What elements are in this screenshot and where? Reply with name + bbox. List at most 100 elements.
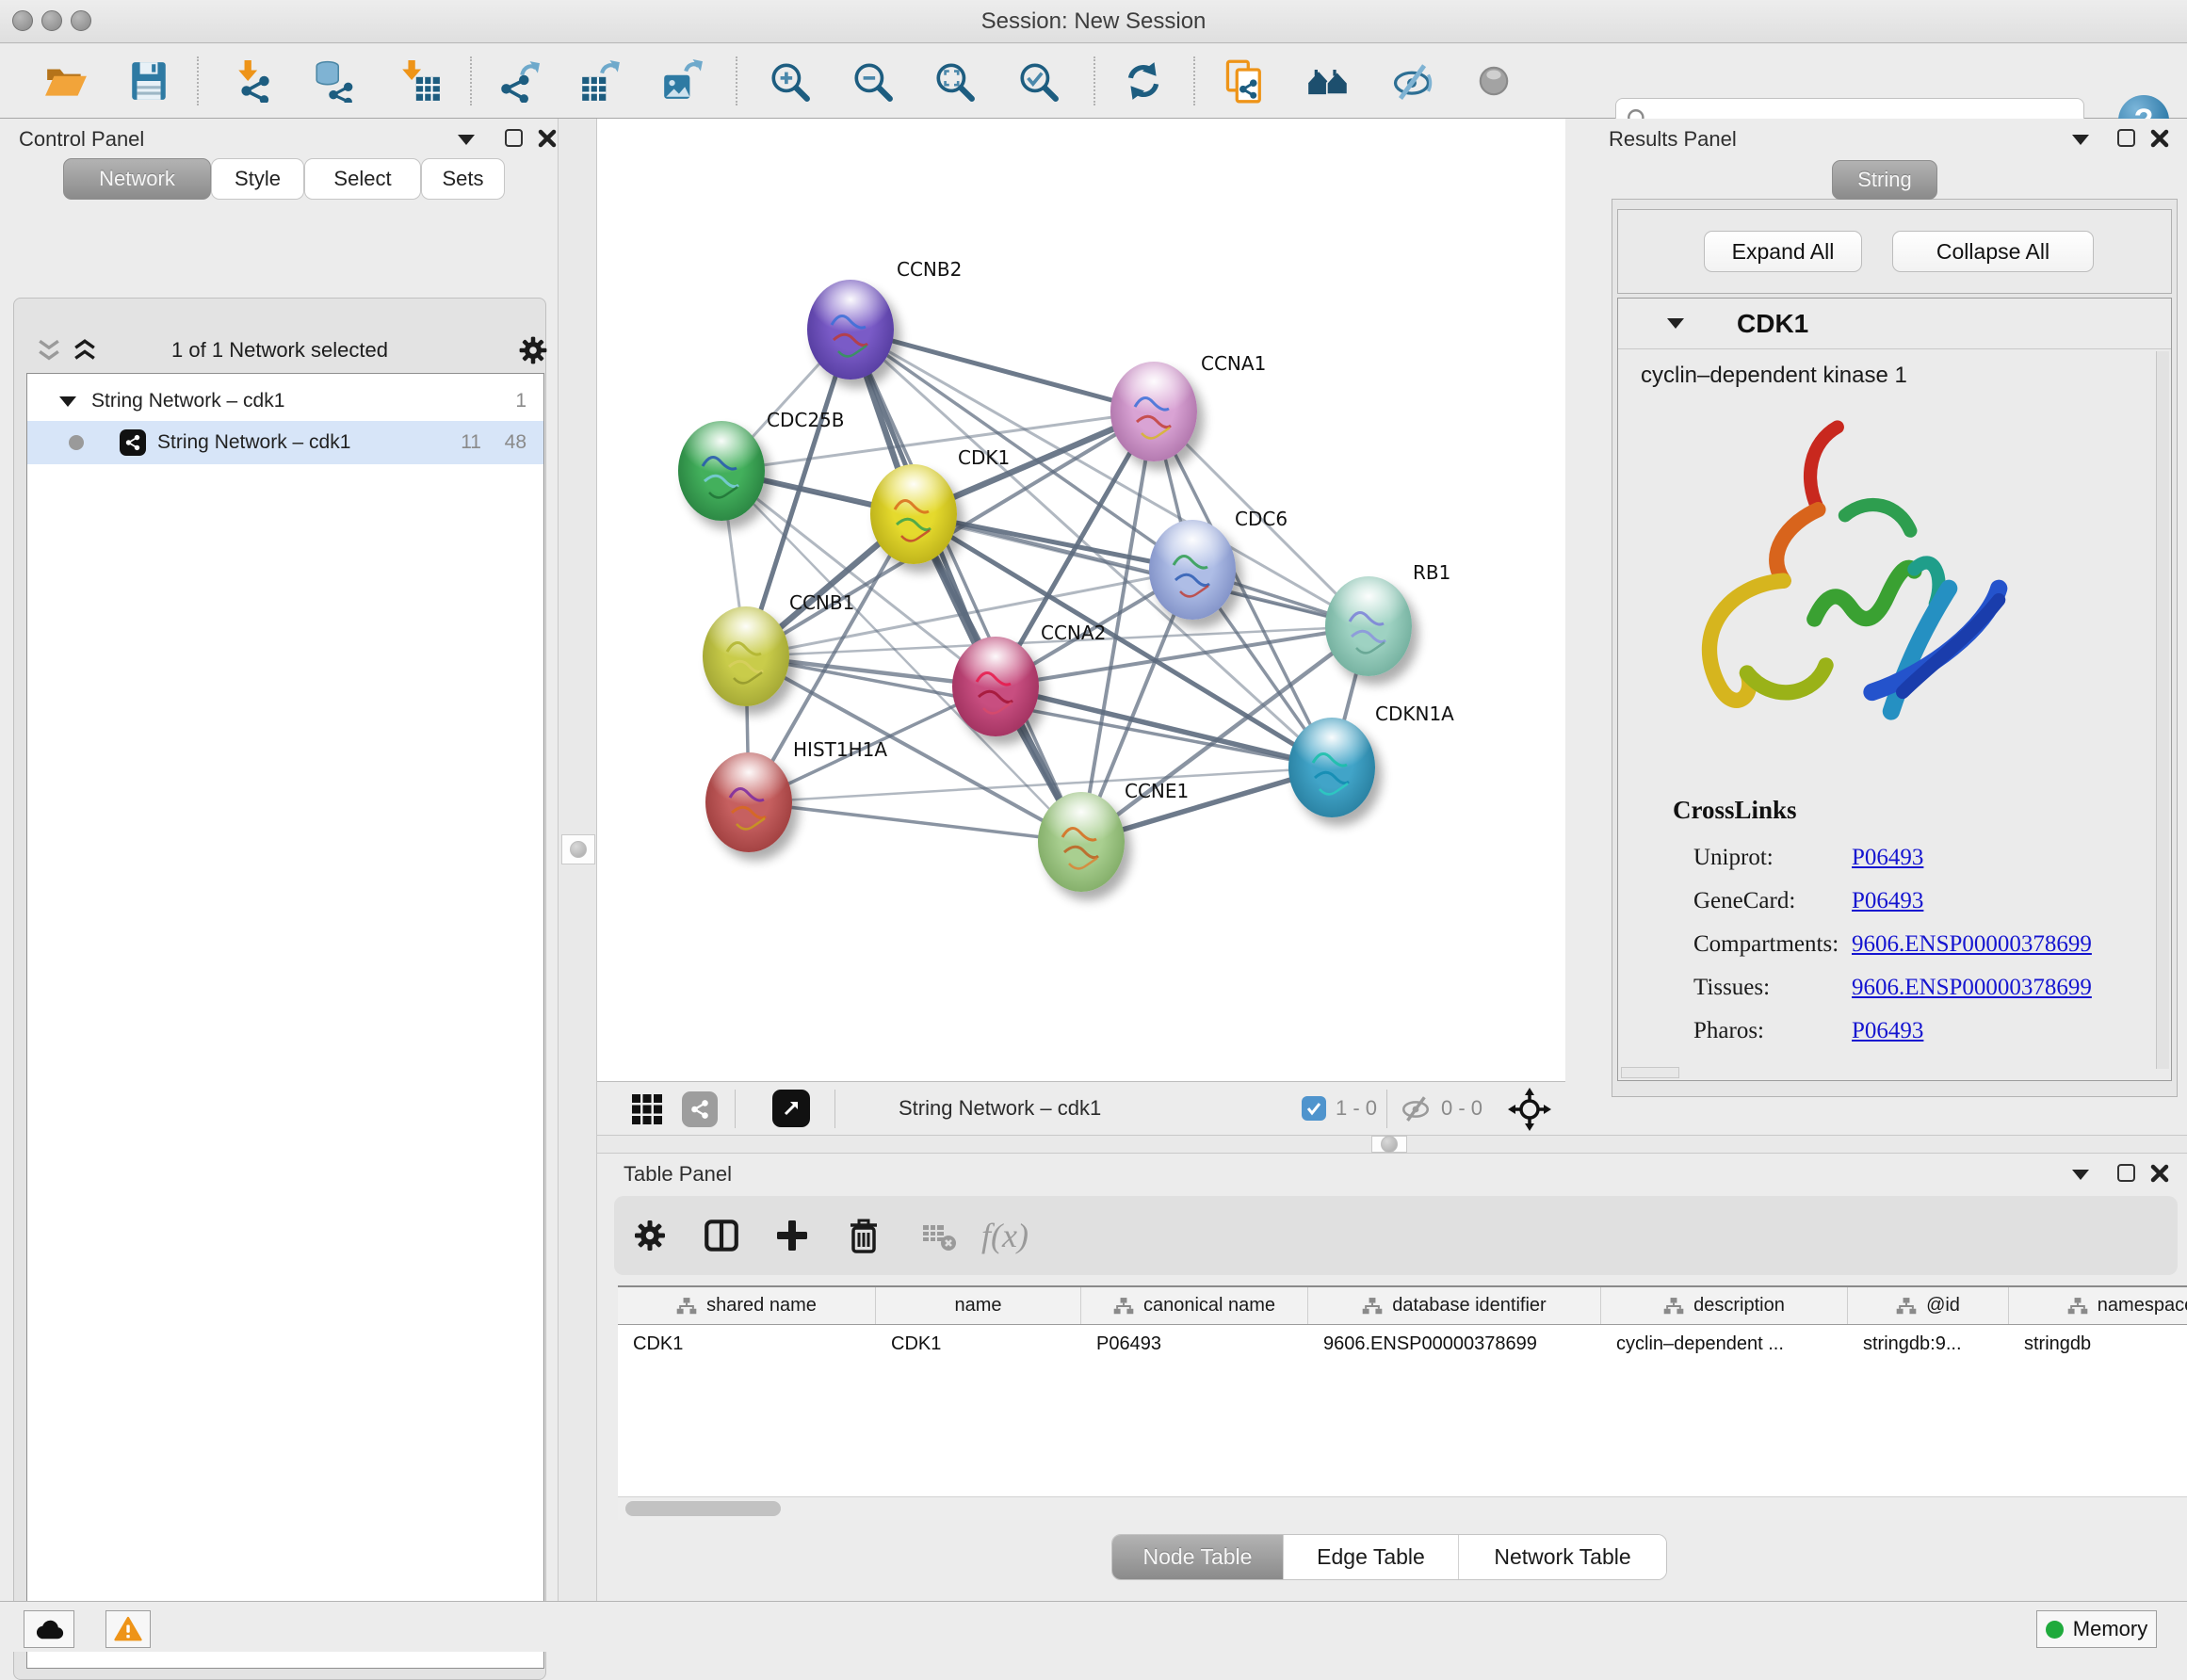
crosslink-value[interactable]: P06493 <box>1852 1018 1923 1044</box>
zoom-selected-icon[interactable] <box>1012 55 1064 107</box>
control-panel-menu-icon[interactable] <box>458 135 475 145</box>
column-header[interactable]: shared name <box>618 1287 876 1324</box>
table-panel-float-icon[interactable] <box>2117 1164 2135 1182</box>
clone-network-icon[interactable] <box>1219 55 1272 107</box>
zoom-out-icon[interactable] <box>846 55 899 107</box>
export-network-icon[interactable] <box>492 55 544 107</box>
network-canvas[interactable]: CCNB2 CCNA1 CDC25B CDK1 CDC6 RB1 CCNB1 C… <box>597 119 1565 1081</box>
table-cell[interactable]: stringdb <box>2009 1325 2187 1364</box>
network-node-label: CDKN1A <box>1375 703 1454 725</box>
column-header[interactable]: database identifier <box>1308 1287 1601 1324</box>
refresh-icon[interactable] <box>1117 55 1170 107</box>
tab-select[interactable]: Select <box>304 158 421 200</box>
network-edge[interactable] <box>749 802 1081 842</box>
open-session-icon[interactable] <box>40 55 92 107</box>
warning-button[interactable] <box>105 1610 151 1648</box>
tab-string[interactable]: String <box>1832 160 1937 200</box>
horizontal-splitter[interactable] <box>597 1135 2187 1154</box>
delete-table-icon[interactable] <box>913 1209 965 1262</box>
results-panel-close-icon[interactable] <box>2149 128 2170 149</box>
tab-network[interactable]: Network <box>63 158 211 200</box>
table-row[interactable]: CDK1CDK1P064939606.ENSP00000378699cyclin… <box>618 1325 2187 1364</box>
table-cell[interactable]: CDK1 <box>618 1325 876 1364</box>
export-image-icon[interactable] <box>656 55 708 107</box>
column-header[interactable]: description <box>1601 1287 1848 1324</box>
protein-thumbnail-icon <box>952 637 1039 736</box>
hide-selected-icon[interactable] <box>1385 55 1438 107</box>
network-node-ccnb1[interactable] <box>703 606 789 706</box>
import-network-icon[interactable] <box>228 55 281 107</box>
import-table-icon[interactable] <box>394 55 446 107</box>
network-node-cdc6[interactable] <box>1149 520 1236 620</box>
delete-column-icon[interactable] <box>837 1209 890 1262</box>
tab-edge-table[interactable]: Edge Table <box>1284 1535 1459 1579</box>
table-scrollbar-thumb[interactable] <box>625 1501 781 1516</box>
table-cell[interactable]: CDK1 <box>876 1325 1081 1364</box>
tree-expand-caret-icon[interactable] <box>59 396 76 407</box>
network-node-ccna2[interactable] <box>952 637 1039 736</box>
grid-view-icon[interactable] <box>631 1093 663 1125</box>
cloud-button[interactable] <box>24 1610 74 1648</box>
column-header[interactable]: name <box>876 1287 1081 1324</box>
tab-sets[interactable]: Sets <box>421 158 505 200</box>
network-node-cdc25b[interactable] <box>678 421 765 521</box>
gear-icon[interactable] <box>516 333 550 367</box>
gene-card-caret-icon[interactable] <box>1667 318 1684 329</box>
column-header[interactable]: canonical name <box>1081 1287 1308 1324</box>
table-cell[interactable]: P06493 <box>1081 1325 1308 1364</box>
control-panel-close-icon[interactable] <box>537 128 558 149</box>
table-cell[interactable]: 9606.ENSP00000378699 <box>1308 1325 1601 1364</box>
show-columns-icon[interactable] <box>695 1209 748 1262</box>
tab-node-table[interactable]: Node Table <box>1112 1535 1284 1579</box>
left-splitter[interactable] <box>558 119 597 1601</box>
tab-network-table[interactable]: Network Table <box>1459 1535 1666 1579</box>
table-horizontal-scrollbar[interactable] <box>618 1496 2187 1520</box>
results-panel-menu-icon[interactable] <box>2072 135 2089 145</box>
network-edge[interactable] <box>850 330 1081 842</box>
card-vertical-scrollbar[interactable] <box>2156 351 2169 1069</box>
selected-nodes-checkbox[interactable] <box>1302 1096 1326 1121</box>
zoom-fit-icon[interactable] <box>928 55 980 107</box>
crosslink-value[interactable]: P06493 <box>1852 888 1923 914</box>
show-all-icon[interactable] <box>1467 55 1520 107</box>
export-table-icon[interactable] <box>574 55 626 107</box>
table-cell[interactable]: stringdb:9... <box>1848 1325 2009 1364</box>
gene-card-header[interactable]: CDK1 <box>1618 299 2171 349</box>
detach-view-icon[interactable] <box>772 1090 810 1127</box>
crosslink-value[interactable]: 9606.ENSP00000378699 <box>1852 975 2092 1001</box>
card-horizontal-scrollbar[interactable] <box>1621 1067 1679 1078</box>
crosslink-value[interactable]: P06493 <box>1852 845 1923 871</box>
expand-all-button[interactable]: Expand All <box>1704 231 1862 272</box>
horizontal-splitter-handle[interactable] <box>1371 1136 1407 1153</box>
table-panel-close-icon[interactable] <box>2149 1163 2170 1184</box>
table-cell[interactable]: cyclin–dependent ... <box>1601 1325 1848 1364</box>
tree-row-network[interactable]: String Network – cdk1 11 48 <box>27 421 543 464</box>
import-database-icon[interactable] <box>307 55 360 107</box>
column-header[interactable]: @id <box>1848 1287 2009 1324</box>
collapse-all-button[interactable]: Collapse All <box>1892 231 2094 272</box>
tab-style[interactable]: Style <box>211 158 304 200</box>
table-gear-icon[interactable] <box>624 1209 676 1262</box>
left-splitter-handle[interactable] <box>561 834 595 864</box>
table-panel-menu-icon[interactable] <box>2072 1170 2089 1180</box>
column-header[interactable]: namespace <box>2009 1287 2187 1324</box>
network-node-rb1[interactable] <box>1325 576 1412 676</box>
crosslink-value[interactable]: 9606.ENSP00000378699 <box>1852 931 2092 958</box>
network-node-hist1h1a[interactable] <box>705 752 792 852</box>
network-node-cdkn1a[interactable] <box>1288 718 1375 817</box>
string-home-icon[interactable] <box>1303 55 1355 107</box>
network-node-ccne1[interactable] <box>1038 792 1125 892</box>
network-node-ccna1[interactable] <box>1110 362 1197 461</box>
zoom-in-icon[interactable] <box>763 55 816 107</box>
titlebar: Session: New Session <box>0 0 2187 43</box>
results-panel-float-icon[interactable] <box>2117 129 2135 147</box>
string-view-icon[interactable] <box>682 1091 718 1127</box>
memory-button[interactable]: Memory <box>2036 1610 2157 1648</box>
control-panel-float-icon[interactable] <box>505 129 523 147</box>
save-session-icon[interactable] <box>122 55 175 107</box>
network-node-ccnb2[interactable] <box>807 280 894 380</box>
tree-row-collection[interactable]: String Network – cdk1 1 <box>27 380 543 423</box>
add-column-icon[interactable] <box>766 1209 818 1262</box>
birds-eye-icon[interactable] <box>1507 1087 1552 1132</box>
network-node-cdk1[interactable] <box>870 464 957 564</box>
